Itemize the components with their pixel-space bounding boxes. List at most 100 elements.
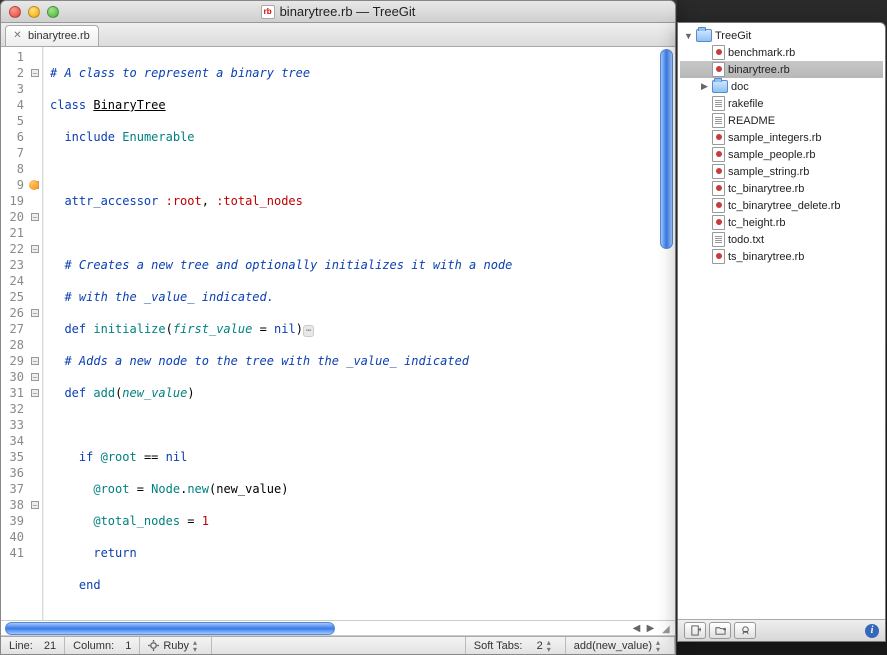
gutter-line[interactable]: 29– <box>1 353 42 369</box>
status-language[interactable]: Ruby ▴▾ <box>140 637 212 654</box>
resize-grip-icon[interactable]: ◢ <box>662 624 672 634</box>
gutter-line[interactable]: 34 <box>1 433 42 449</box>
scroll-left-icon[interactable]: ◀ <box>630 622 643 635</box>
disclosure-down-icon[interactable]: ▼ <box>684 31 693 41</box>
gutter-line[interactable]: 19 <box>1 193 42 209</box>
fold-toggle-icon[interactable]: – <box>31 501 39 509</box>
tree-item[interactable]: tc_binarytree_delete.rb <box>680 197 883 214</box>
tree-item[interactable]: README <box>680 112 883 129</box>
tree-label: ts_binarytree.rb <box>728 251 804 263</box>
gutter-line[interactable]: 39 <box>1 513 42 529</box>
ruby-file-icon <box>712 181 725 196</box>
gutter-line[interactable]: 4 <box>1 97 42 113</box>
window-title: rb binarytree.rb — TreeGit <box>1 4 675 19</box>
horizontal-scrollbar[interactable] <box>5 622 335 635</box>
gutter-line[interactable]: 24 <box>1 273 42 289</box>
tree-item[interactable]: benchmark.rb <box>680 44 883 61</box>
gutter-line[interactable]: 31– <box>1 385 42 401</box>
gutter-line[interactable]: 22– <box>1 241 42 257</box>
tree-label: doc <box>731 81 749 93</box>
gutter-line[interactable]: 36 <box>1 465 42 481</box>
ruby-file-icon <box>712 198 725 213</box>
gutter-line[interactable]: 23 <box>1 257 42 273</box>
gear-icon <box>148 640 159 651</box>
tree-label: tc_binarytree_delete.rb <box>728 200 841 212</box>
gutter-line[interactable]: 1 <box>1 49 42 65</box>
tree-root[interactable]: ▼TreeGit <box>680 27 883 44</box>
tree-item[interactable]: sample_string.rb <box>680 163 883 180</box>
minimize-window-button[interactable] <box>28 6 40 18</box>
fold-toggle-icon[interactable]: – <box>31 69 39 77</box>
gutter-line[interactable]: 9– <box>1 177 42 193</box>
tree-item[interactable]: ts_binarytree.rb <box>680 248 883 265</box>
status-symbol[interactable]: add(new_value) ▴▾ <box>566 637 675 654</box>
vertical-scrollbar[interactable] <box>660 49 673 249</box>
updown-icon: ▴▾ <box>656 639 666 653</box>
gutter-line[interactable]: 37 <box>1 481 42 497</box>
text-file-icon <box>712 96 725 111</box>
tree-label: tc_binarytree.rb <box>728 183 804 195</box>
file-tree[interactable]: ▼TreeGitbenchmark.rbbinarytree.rb ▶ doc rak… <box>678 23 885 619</box>
tree-item[interactable]: sample_integers.rb <box>680 129 883 146</box>
new-file-button[interactable] <box>684 622 706 639</box>
scroll-right-icon[interactable]: ▶ <box>644 622 657 635</box>
tree-item[interactable]: todo.txt <box>680 231 883 248</box>
gutter-line[interactable]: 32 <box>1 401 42 417</box>
gutter-line[interactable]: 25 <box>1 289 42 305</box>
status-column[interactable]: Column: 1 <box>65 637 140 654</box>
gutter-line[interactable]: 41 <box>1 545 42 561</box>
tree-item[interactable]: ▶ doc <box>680 78 883 95</box>
gutter-line[interactable]: 27 <box>1 321 42 337</box>
status-line[interactable]: Line: 21 <box>1 637 65 654</box>
disclosure-right-icon[interactable]: ▶ <box>700 81 709 92</box>
gutter-line[interactable]: 30– <box>1 369 42 385</box>
gutter-line[interactable]: 20– <box>1 209 42 225</box>
text-file-icon <box>712 113 725 128</box>
fold-toggle-icon[interactable]: – <box>31 373 39 381</box>
gutter-line[interactable]: 38– <box>1 497 42 513</box>
gutter-line[interactable]: 40 <box>1 529 42 545</box>
new-folder-button[interactable] <box>709 622 731 639</box>
info-icon[interactable]: i <box>865 624 879 638</box>
horizontal-scrollbar-track[interactable]: ◀ ▶ ◢ <box>1 620 675 636</box>
gutter-line[interactable]: 21 <box>1 225 42 241</box>
gutter-line[interactable]: 2– <box>1 65 42 81</box>
fold-toggle-icon[interactable]: – <box>31 357 39 365</box>
zoom-window-button[interactable] <box>47 6 59 18</box>
titlebar[interactable]: rb binarytree.rb — TreeGit <box>1 1 675 23</box>
folder-icon <box>696 29 712 42</box>
file-tab[interactable]: ✕ binarytree.rb <box>5 25 99 46</box>
fold-toggle-icon[interactable]: – <box>31 389 39 397</box>
editor-window: rb binarytree.rb — TreeGit ✕ binarytree.… <box>0 0 676 655</box>
tree-label: tc_height.rb <box>728 217 785 229</box>
tree-item[interactable]: sample_people.rb <box>680 146 883 163</box>
gutter-line[interactable]: 28 <box>1 337 42 353</box>
tree-label: sample_integers.rb <box>728 132 822 144</box>
gutter-line[interactable]: 5 <box>1 113 42 129</box>
gutter-line[interactable]: 26– <box>1 305 42 321</box>
tree-item[interactable]: binarytree.rb <box>680 61 883 78</box>
close-tab-icon[interactable]: ✕ <box>12 31 23 42</box>
close-window-button[interactable] <box>9 6 21 18</box>
gutter-line[interactable]: 33 <box>1 417 42 433</box>
status-tabs[interactable]: Soft Tabs: 2 ▴▾ <box>466 637 566 654</box>
code-fold-icon[interactable]: ⋯ <box>303 325 314 337</box>
drawer-settings-button[interactable] <box>734 622 756 639</box>
gutter-line[interactable]: 6 <box>1 129 42 145</box>
tree-label: todo.txt <box>728 234 764 246</box>
line-gutter[interactable]: 12–3456789–1920–2122–23242526–272829–30–… <box>1 47 43 620</box>
tree-item[interactable]: tc_height.rb <box>680 214 883 231</box>
gutter-line[interactable]: 8 <box>1 161 42 177</box>
ruby-file-icon <box>712 62 725 77</box>
gutter-line[interactable]: 7 <box>1 145 42 161</box>
breakpoint-icon[interactable] <box>29 180 39 190</box>
fold-toggle-icon[interactable]: – <box>31 309 39 317</box>
fold-toggle-icon[interactable]: – <box>31 245 39 253</box>
tree-item[interactable]: rakefile <box>680 95 883 112</box>
tree-item[interactable]: tc_binarytree.rb <box>680 180 883 197</box>
gutter-line[interactable]: 35 <box>1 449 42 465</box>
tree-label: sample_string.rb <box>728 166 809 178</box>
code-area[interactable]: # A class to represent a binary tree cla… <box>43 47 675 620</box>
gutter-line[interactable]: 3 <box>1 81 42 97</box>
fold-toggle-icon[interactable]: – <box>31 213 39 221</box>
